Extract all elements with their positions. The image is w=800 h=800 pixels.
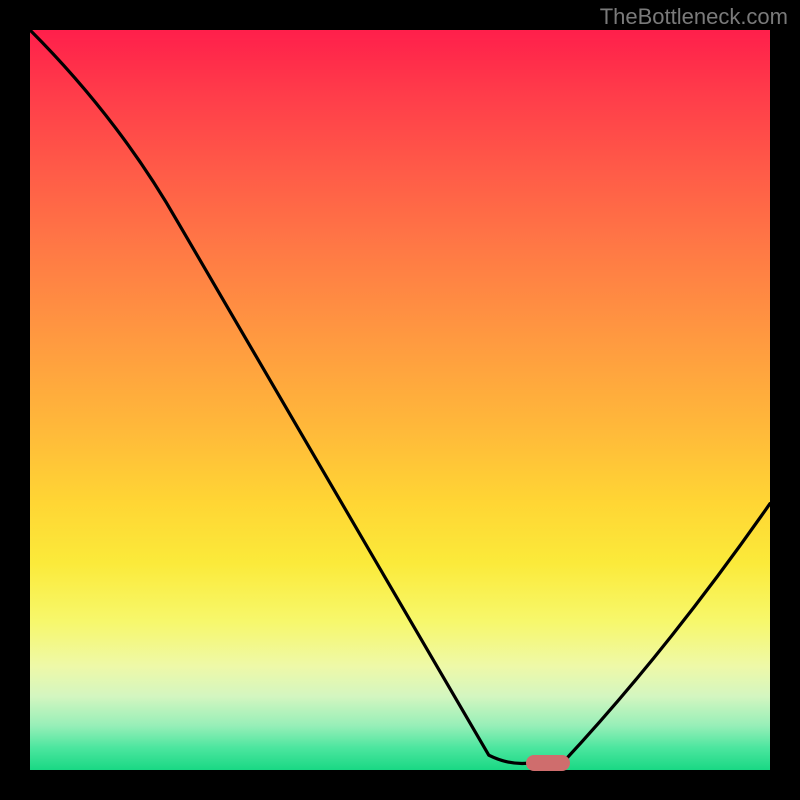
curve-path xyxy=(30,30,770,764)
chart-plot-area xyxy=(30,30,770,770)
optimal-point-marker xyxy=(526,755,570,771)
bottleneck-curve xyxy=(30,30,770,770)
attribution-text: TheBottleneck.com xyxy=(600,4,788,30)
